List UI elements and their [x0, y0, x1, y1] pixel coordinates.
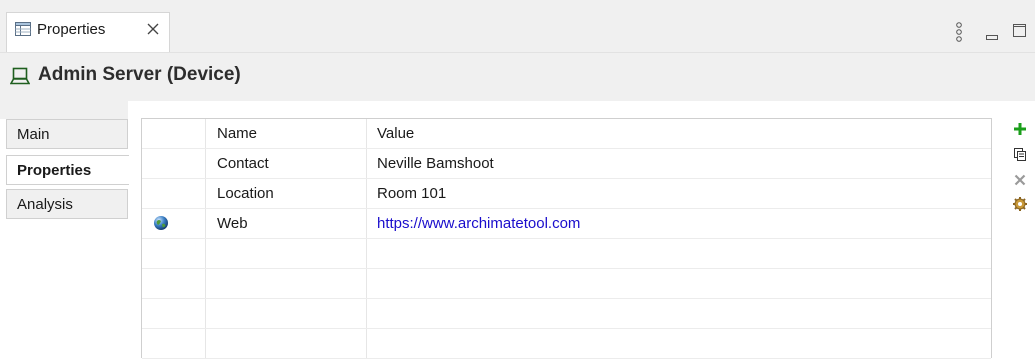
properties-view-tab[interactable]: Properties: [6, 12, 170, 52]
properties-table[interactable]: Name Value Contact Neville Bamshoot Loca…: [141, 118, 992, 359]
table-row[interactable]: Web https://www.archimatetool.com: [142, 209, 991, 239]
table-row-empty: [142, 239, 991, 269]
section-tabs-strip: [0, 101, 128, 119]
table-row-empty: [142, 269, 991, 299]
property-value-link[interactable]: https://www.archimatetool.com: [377, 215, 580, 232]
property-name[interactable]: Contact: [217, 155, 269, 172]
add-property-icon[interactable]: [1012, 121, 1028, 141]
device-icon: [9, 67, 31, 89]
page-title: Admin Server (Device): [38, 64, 241, 85]
table-row-empty: [142, 329, 991, 359]
property-name[interactable]: Web: [217, 215, 248, 232]
section-tabs: Main Properties Analysis: [0, 101, 129, 358]
tab-properties[interactable]: Properties: [6, 155, 129, 185]
column-header-name[interactable]: Name: [217, 125, 257, 142]
view-menu-icon[interactable]: [955, 22, 963, 46]
view-tab-bar: Properties: [0, 0, 1035, 53]
column-header-value[interactable]: Value: [377, 125, 414, 142]
properties-tab-label: Properties: [37, 21, 106, 38]
tab-main[interactable]: Main: [6, 119, 128, 149]
tab-properties-label: Properties: [17, 162, 92, 179]
close-icon[interactable]: [146, 22, 160, 40]
property-name[interactable]: Location: [217, 185, 274, 202]
properties-title-bar: Admin Server (Device): [0, 53, 1035, 101]
properties-view-icon: [15, 21, 31, 41]
property-value[interactable]: Neville Bamshoot: [377, 155, 494, 172]
table-row[interactable]: Contact Neville Bamshoot: [142, 149, 991, 179]
table-row-empty: [142, 299, 991, 329]
tab-analysis-label: Analysis: [17, 196, 73, 213]
table-row[interactable]: Location Room 101: [142, 179, 991, 209]
globe-icon: [153, 215, 169, 235]
remove-icon[interactable]: [1012, 172, 1028, 192]
maximize-icon[interactable]: [1013, 24, 1026, 41]
table-header-row: Name Value: [142, 119, 991, 149]
tab-main-label: Main: [17, 126, 50, 143]
property-value[interactable]: Room 101: [377, 185, 446, 202]
manage-icon[interactable]: [1012, 196, 1028, 216]
tab-analysis[interactable]: Analysis: [6, 189, 128, 219]
minimize-icon[interactable]: [986, 28, 998, 45]
copy-icon[interactable]: [1012, 146, 1028, 166]
